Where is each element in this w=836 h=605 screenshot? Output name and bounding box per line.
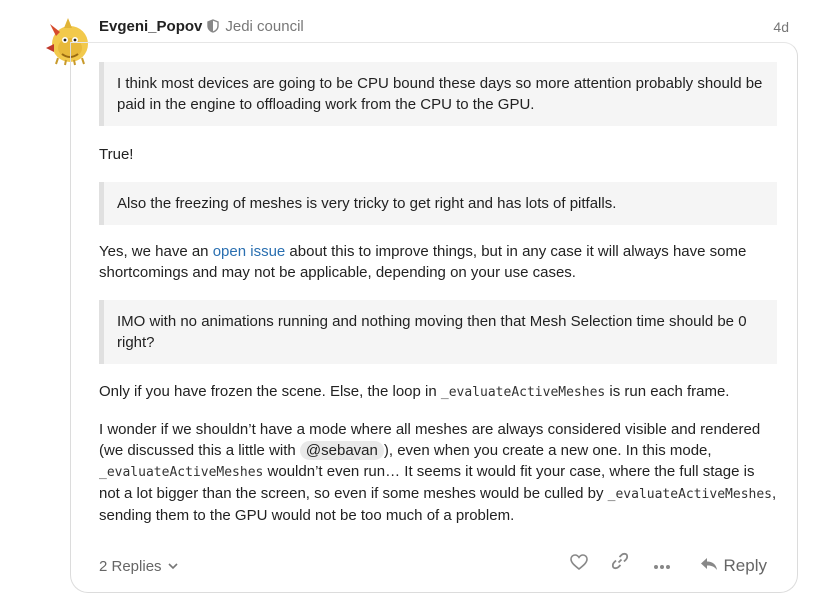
post-content: I think most devices are going to be CPU… bbox=[99, 62, 777, 526]
paragraph-text: ), even when you create a new one. In th… bbox=[383, 442, 712, 459]
paragraph-text: True! bbox=[99, 146, 134, 163]
quote-block: Also the freezing of meshes is very tric… bbox=[99, 182, 777, 225]
shield-icon bbox=[207, 19, 220, 39]
post-footer: 2 Replies Reply bbox=[99, 551, 777, 581]
paragraph: True! bbox=[99, 144, 777, 165]
like-button[interactable] bbox=[564, 551, 594, 581]
open-issue-link[interactable]: open issue bbox=[213, 243, 286, 260]
inline-code: _evaluateActiveMeshes bbox=[99, 465, 264, 480]
more-icon bbox=[653, 551, 671, 581]
reply-button[interactable]: Reply bbox=[700, 551, 767, 581]
paragraph-text: Only if you have frozen the scene. Else,… bbox=[99, 383, 441, 400]
copy-link-button[interactable] bbox=[600, 551, 640, 581]
paragraph-text: is run each frame. bbox=[605, 383, 730, 400]
chevron-down-icon bbox=[167, 551, 178, 581]
paragraph: Only if you have frozen the scene. Else,… bbox=[99, 381, 777, 403]
paragraph: Yes, we have an open issue about this to… bbox=[99, 241, 777, 283]
quote-block: IMO with no animations running and nothi… bbox=[99, 300, 777, 364]
post-date[interactable]: 4d bbox=[773, 17, 789, 37]
post-header: Evgeni_Popov Jedi council 4d bbox=[99, 17, 789, 37]
paragraph-text: Yes, we have an bbox=[99, 243, 213, 260]
reply-arrow-icon bbox=[700, 551, 724, 581]
paragraph: I wonder if we shouldn’t have a mode whe… bbox=[99, 419, 777, 526]
quote-text: IMO with no animations running and nothi… bbox=[117, 313, 747, 351]
reply-label: Reply bbox=[723, 556, 767, 575]
quote-text: Also the freezing of meshes is very tric… bbox=[117, 195, 617, 212]
inline-code: _evaluateActiveMeshes bbox=[607, 487, 773, 502]
user-mention[interactable]: @sebavan bbox=[299, 441, 384, 460]
post-actions: Reply bbox=[564, 551, 767, 581]
link-icon bbox=[611, 551, 629, 581]
username[interactable]: Evgeni_Popov bbox=[99, 18, 202, 35]
quote-block: I think most devices are going to be CPU… bbox=[99, 62, 777, 126]
replies-toggle[interactable]: 2 Replies bbox=[99, 551, 178, 582]
heart-icon bbox=[569, 551, 588, 581]
more-button[interactable] bbox=[642, 551, 682, 581]
replies-label: 2 Replies bbox=[99, 558, 162, 575]
user-group[interactable]: Jedi council bbox=[225, 18, 303, 35]
inline-code: _evaluateActiveMeshes bbox=[440, 385, 606, 400]
quote-text: I think most devices are going to be CPU… bbox=[117, 75, 763, 113]
